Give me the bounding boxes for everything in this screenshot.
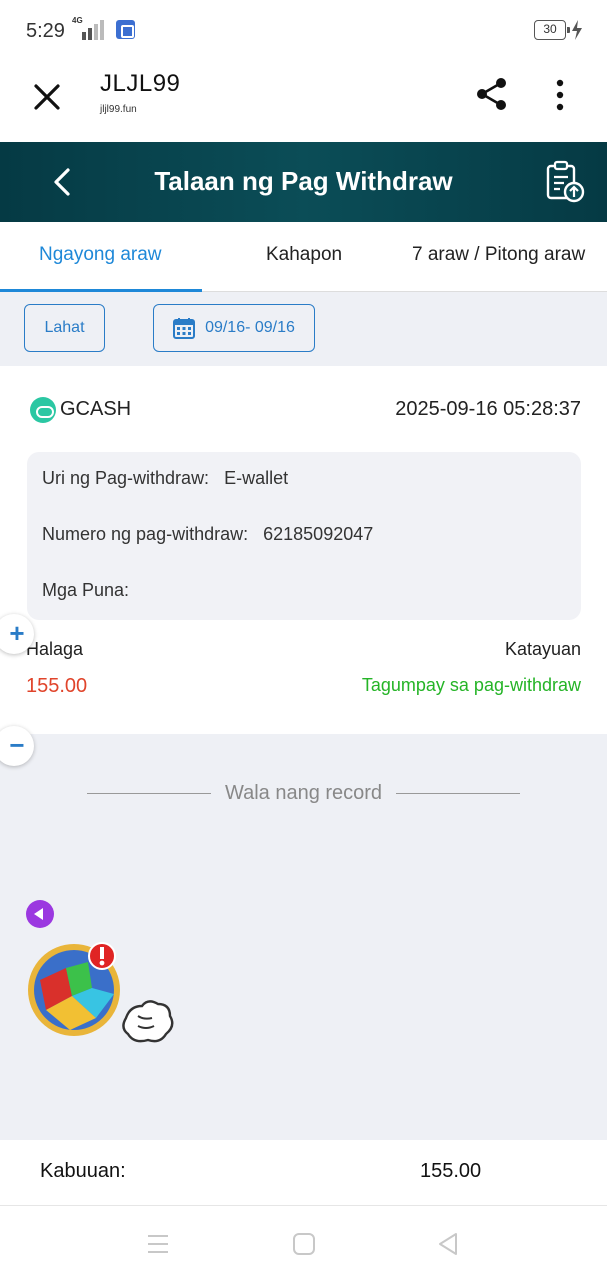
status-value: Tagumpay sa pag-withdraw <box>361 675 581 695</box>
record-datetime: 2025-09-16 05:28:37 <box>395 398 581 420</box>
network-type: 4G <box>72 16 83 25</box>
calendar-icon <box>173 318 196 339</box>
total-bar: Kabuuan: 155.00 <box>0 1140 607 1206</box>
battery-icon: 30 <box>534 20 570 40</box>
no-record-text: Wala nang record <box>224 782 383 804</box>
gcash-logo-icon <box>30 397 56 423</box>
withdraw-number-value: 62185092047 <box>263 524 374 544</box>
withdraw-type-value: E-wallet <box>224 468 289 488</box>
payment-method: GCASH <box>60 398 132 420</box>
tab-7-days[interactable]: 7 araw / Pitong araw <box>412 244 585 266</box>
system-nav-bar <box>0 1206 607 1280</box>
amount-value: 155.00 <box>26 675 88 697</box>
close-icon[interactable] <box>30 80 64 114</box>
app-notification-icon <box>116 20 135 39</box>
empty-list-area: Wala nang record <box>0 734 607 1140</box>
withdraw-record: GCASH 2025-09-16 05:28:37 Uri ng Pag-wit… <box>0 366 607 734</box>
date-tabs: Ngayong araw Kahapon 7 araw / Pitong ara… <box>0 222 607 292</box>
gift-box-promo-icon[interactable] <box>26 938 176 1048</box>
app-header: Talaan ng Pag Withdraw <box>0 142 607 222</box>
menu-icon[interactable] <box>146 1232 170 1256</box>
filter-bar: Lahat 09/16- 09/16 <box>0 292 607 366</box>
home-icon[interactable] <box>292 1232 316 1256</box>
date-range-label: 09/16- 09/16 <box>205 319 295 336</box>
withdraw-type-label: Uri ng Pag-withdraw: <box>42 468 210 488</box>
remarks-label: Mga Puna: <box>42 580 130 600</box>
more-options-icon[interactable] <box>548 78 572 112</box>
status-time: 5:29 <box>26 20 65 42</box>
back-icon[interactable] <box>436 1232 460 1256</box>
tab-yesterday[interactable]: Kahapon <box>266 244 342 266</box>
date-range-button[interactable]: 09/16- 09/16 <box>153 304 315 352</box>
status-bar: 5:29 4G 30 <box>0 0 607 62</box>
tab-today[interactable]: Ngayong araw <box>39 244 162 266</box>
page-title: Talaan ng Pag Withdraw <box>154 166 453 196</box>
status-label: Katayuan <box>504 639 581 659</box>
clipboard-upload-icon[interactable] <box>544 160 586 204</box>
site-url: jljl99.fun <box>100 104 137 115</box>
remarks-row: Mga Puna: <box>42 580 134 601</box>
charging-icon <box>572 20 582 40</box>
filter-all-button[interactable]: Lahat <box>24 304 105 352</box>
share-icon[interactable] <box>474 76 510 112</box>
withdraw-type-row: Uri ng Pag-withdraw: E-wallet <box>42 468 288 489</box>
no-more-records: Wala nang record <box>0 782 607 805</box>
browser-bar: JLJL99 jljl99.fun <box>0 62 607 142</box>
site-title: JLJL99 <box>100 70 181 97</box>
withdraw-number-row: Numero ng pag-withdraw: 62185092047 <box>42 524 373 545</box>
record-details: Uri ng Pag-withdraw: E-wallet Numero ng … <box>27 452 581 620</box>
total-value: 155.00 <box>420 1160 482 1182</box>
amount-label: Halaga <box>26 639 84 659</box>
total-label: Kabuuan: <box>40 1160 126 1182</box>
purple-back-icon[interactable] <box>26 900 54 928</box>
withdraw-number-label: Numero ng pag-withdraw: <box>42 524 249 544</box>
signal-icon: 4G <box>72 16 104 40</box>
